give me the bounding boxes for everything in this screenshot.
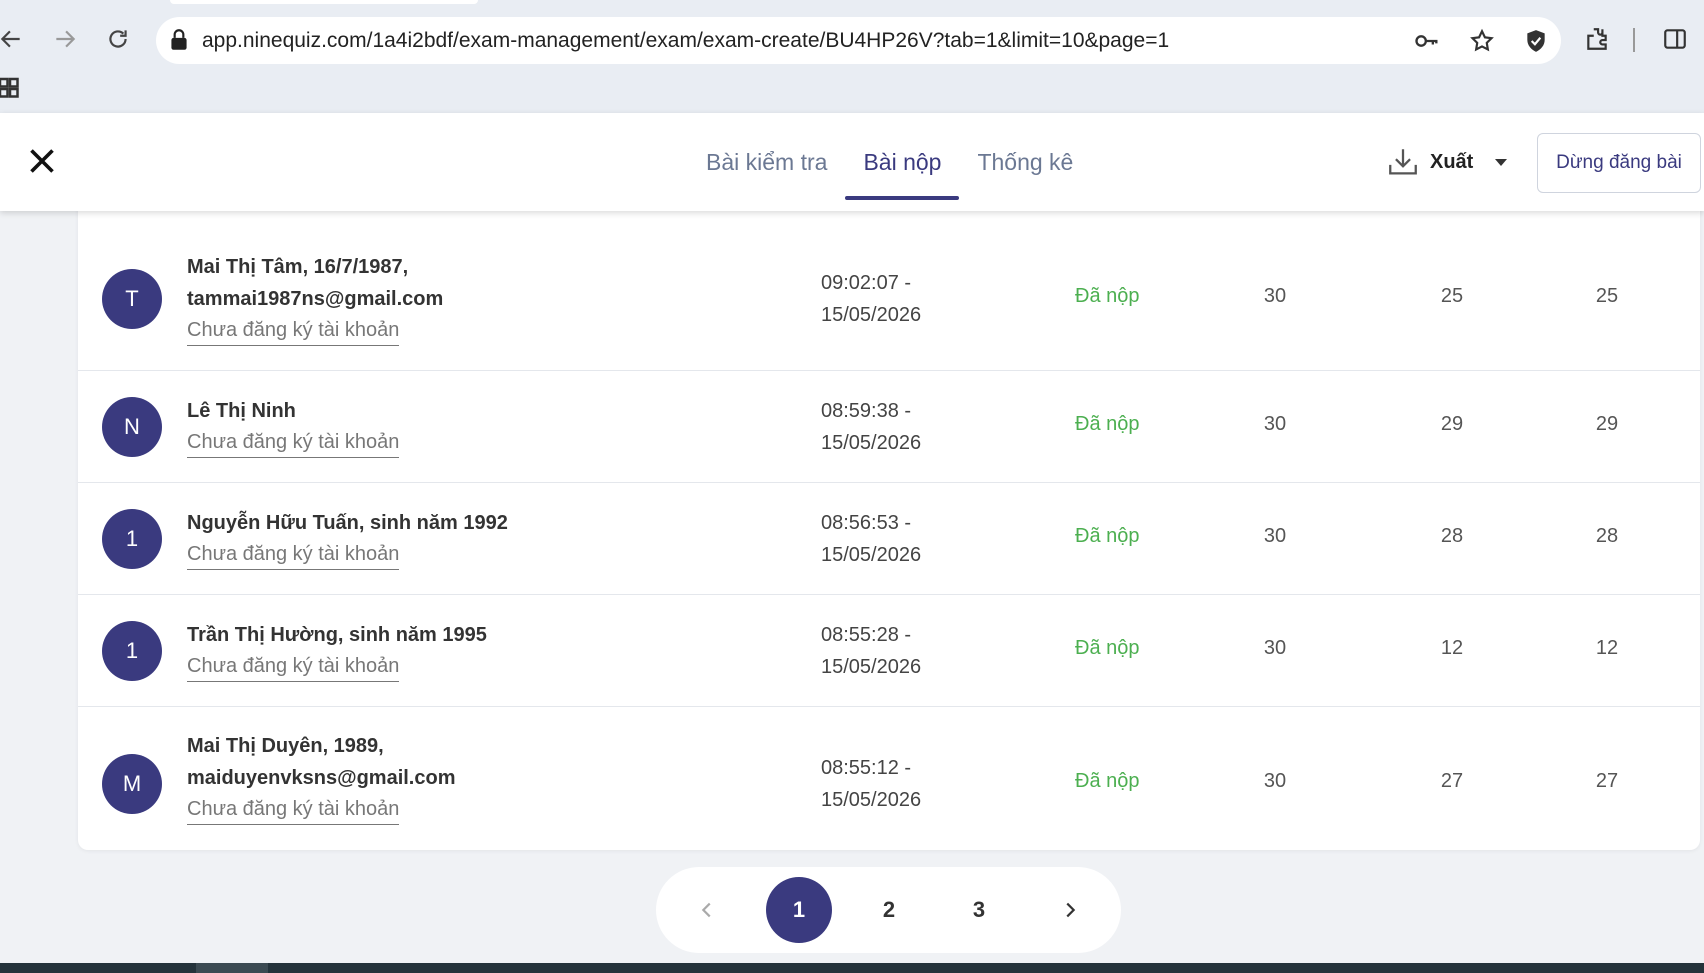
next-page-button[interactable]	[1037, 877, 1103, 943]
forward-icon[interactable]	[48, 22, 82, 56]
status-badge: Đã nộp	[1075, 285, 1140, 307]
score: 27	[1595, 770, 1619, 792]
account-status-link[interactable]: Chưa đăng ký tài khoản	[187, 315, 400, 346]
toolbar-separator	[1633, 28, 1635, 52]
taskbar-item[interactable]	[196, 963, 268, 973]
status-badge: Đã nộp	[1075, 770, 1140, 792]
table-row[interactable]: T Mai Thị Tâm, 16/7/1987, tammai1987ns@g…	[78, 228, 1700, 371]
submit-date: 15/05/2026	[821, 544, 922, 566]
exam-tabs: Bài kiểm tra Bài nộp Thống kê	[688, 113, 1091, 211]
lock-icon[interactable]	[166, 27, 192, 53]
total-questions: 30	[1263, 770, 1287, 792]
correct-answers: 29	[1440, 413, 1464, 435]
correct-answers: 27	[1440, 770, 1464, 792]
submissions-table: T Mai Thị Tâm, 16/7/1987, tammai1987ns@g…	[78, 196, 1700, 850]
score: 12	[1595, 637, 1619, 659]
url-text[interactable]: app.ninequiz.com/1a4i2bdf/exam-managemen…	[202, 29, 1169, 53]
student-name: Trần Thị Hường, sinh năm 1995	[187, 624, 487, 646]
avatar: T	[102, 269, 162, 329]
score: 29	[1595, 413, 1619, 435]
chevron-right-icon	[1066, 902, 1076, 918]
page-3-button[interactable]: 3	[946, 877, 1012, 943]
student-name: Nguyễn Hữu Tuấn, sinh năm 1992	[187, 512, 508, 534]
tab-exam[interactable]: Bài kiểm tra	[688, 113, 845, 211]
page-2-button[interactable]: 2	[856, 877, 922, 943]
status-badge: Đã nộp	[1075, 525, 1140, 547]
submit-date: 15/05/2026	[821, 789, 922, 811]
side-panel-icon[interactable]	[1660, 24, 1690, 54]
table-row[interactable]: 1 Trần Thị Hường, sinh năm 1995 Chưa đăn…	[78, 595, 1700, 707]
table-row[interactable]: M Mai Thị Duyên, 1989, maiduyenvksns@gma…	[78, 707, 1700, 850]
back-icon[interactable]	[0, 22, 28, 56]
submit-time: 08:59:38 -	[821, 400, 912, 422]
avatar: N	[102, 397, 162, 457]
table-row[interactable]: 1 Nguyễn Hữu Tuấn, sinh năm 1992 Chưa đă…	[78, 483, 1700, 595]
submit-date: 15/05/2026	[821, 304, 922, 326]
tab-statistics[interactable]: Thống kê	[959, 113, 1091, 211]
student-name: Lê Thị Ninh	[187, 400, 296, 422]
tab-submissions[interactable]: Bài nộp	[845, 113, 960, 211]
export-button[interactable]: Xuất	[1386, 145, 1508, 179]
student-name: Mai Thị Duyên, 1989,	[187, 735, 384, 757]
student-email: maiduyenvksns@gmail.com	[187, 767, 456, 789]
table-row[interactable]: N Lê Thị Ninh Chưa đăng ký tài khoản 08:…	[78, 371, 1700, 483]
stop-publishing-button[interactable]: Dừng đăng bài	[1537, 133, 1701, 193]
correct-answers: 25	[1440, 285, 1464, 307]
download-icon	[1389, 149, 1417, 175]
taskbar	[0, 963, 1704, 973]
score: 28	[1595, 525, 1619, 547]
score: 25	[1595, 285, 1619, 307]
avatar: 1	[102, 621, 162, 681]
avatar: 1	[102, 509, 162, 569]
extensions-icon[interactable]	[1582, 24, 1612, 54]
total-questions: 30	[1263, 413, 1287, 435]
submit-time: 08:56:53 -	[821, 512, 912, 534]
submit-time: 09:02:07 -	[821, 272, 912, 294]
account-status-link[interactable]: Chưa đăng ký tài khoản	[187, 651, 400, 682]
close-icon[interactable]	[24, 143, 60, 179]
export-label: Xuất	[1430, 150, 1474, 173]
avatar: M	[102, 754, 162, 814]
shield-icon[interactable]	[1522, 27, 1550, 55]
total-questions: 30	[1263, 637, 1287, 659]
address-bar[interactable]: app.ninequiz.com/1a4i2bdf/exam-managemen…	[156, 17, 1561, 64]
browser-tab-edge	[170, 0, 478, 4]
account-status-link[interactable]: Chưa đăng ký tài khoản	[187, 539, 400, 570]
status-badge: Đã nộp	[1075, 637, 1140, 659]
account-status-link[interactable]: Chưa đăng ký tài khoản	[187, 427, 400, 458]
apps-grid-icon[interactable]	[0, 74, 30, 104]
submit-date: 15/05/2026	[821, 656, 922, 678]
star-icon[interactable]	[1468, 27, 1496, 55]
total-questions: 30	[1263, 525, 1287, 547]
total-questions: 30	[1263, 285, 1287, 307]
submit-date: 15/05/2026	[821, 432, 922, 454]
account-status-link[interactable]: Chưa đăng ký tài khoản	[187, 794, 400, 825]
correct-answers: 28	[1440, 525, 1464, 547]
reload-icon[interactable]	[101, 22, 135, 56]
page-1-button[interactable]: 1	[766, 877, 832, 943]
pagination: 1 2 3	[656, 867, 1121, 953]
submit-time: 08:55:28 -	[821, 624, 912, 646]
student-email: tammai1987ns@gmail.com	[187, 288, 444, 310]
browser-toolbar: app.ninequiz.com/1a4i2bdf/exam-managemen…	[0, 0, 1704, 113]
student-name: Mai Thị Tâm, 16/7/1987,	[187, 256, 409, 278]
correct-answers: 12	[1440, 637, 1464, 659]
chevron-left-icon	[701, 902, 711, 918]
key-icon[interactable]	[1413, 27, 1441, 55]
caret-down-icon	[1495, 158, 1508, 166]
prev-page-button[interactable]	[674, 877, 740, 943]
exam-header: Bài kiểm tra Bài nộp Thống kê Xuất Dừng …	[0, 113, 1704, 211]
status-badge: Đã nộp	[1075, 413, 1140, 435]
submit-time: 08:55:12 -	[821, 757, 912, 779]
